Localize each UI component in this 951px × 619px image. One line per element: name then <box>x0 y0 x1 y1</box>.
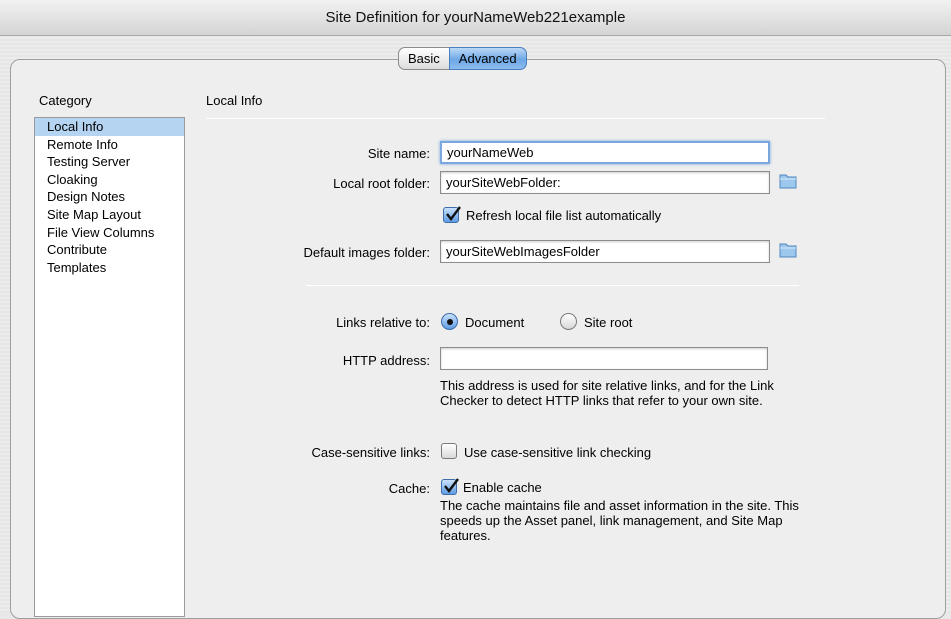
images-folder-input[interactable] <box>440 240 770 263</box>
document-radio[interactable] <box>441 313 458 330</box>
refresh-checkbox[interactable] <box>443 206 461 223</box>
tab-basic[interactable]: Basic <box>398 47 449 70</box>
category-heading: Category <box>39 93 92 108</box>
cache-label: Cache: <box>388 481 430 496</box>
category-item-remote-info[interactable]: Remote Info <box>35 136 184 154</box>
local-root-folder-input[interactable] <box>440 171 770 194</box>
category-item-site-map-layout[interactable]: Site Map Layout <box>35 206 184 224</box>
folder-icon[interactable] <box>778 172 798 190</box>
images-folder-label: Default images folder: <box>303 245 430 260</box>
fields-divider <box>306 285 799 286</box>
refresh-label: Refresh local file list automatically <box>466 208 662 223</box>
cache-help: The cache maintains file and asset infor… <box>440 498 799 543</box>
checkmark-icon <box>444 478 459 493</box>
window-title: Site Definition for yourNameWeb221exampl… <box>0 0 951 36</box>
site-name-input[interactable] <box>440 141 770 164</box>
links-relative-label: Links relative to: <box>336 315 430 330</box>
local-root-folder-label: Local root folder: <box>333 176 430 191</box>
http-address-label: HTTP address: <box>342 353 430 368</box>
section-divider <box>206 118 825 119</box>
cache-checkbox[interactable] <box>441 478 459 495</box>
category-item-file-view-columns[interactable]: File View Columns <box>35 224 184 242</box>
tab-bar: Basic Advanced <box>398 47 527 71</box>
category-item-cloaking[interactable]: Cloaking <box>35 171 184 189</box>
site-root-radio[interactable] <box>560 313 577 330</box>
category-list: Local Info Remote Info Testing Server Cl… <box>34 117 185 617</box>
folder-icon[interactable] <box>778 241 798 259</box>
site-name-label: Site name: <box>367 146 430 161</box>
category-item-testing-server[interactable]: Testing Server <box>35 153 184 171</box>
http-address-help: This address is used for site relative l… <box>440 378 774 408</box>
cache-option: Enable cache <box>463 480 542 495</box>
category-item-design-notes[interactable]: Design Notes <box>35 188 184 206</box>
case-sensitive-checkbox[interactable] <box>441 443 457 459</box>
document-radio-label: Document <box>465 315 525 330</box>
http-address-input[interactable] <box>440 347 768 370</box>
section-title: Local Info <box>206 93 263 108</box>
category-item-contribute[interactable]: Contribute <box>35 241 184 259</box>
checkmark-icon <box>446 206 461 221</box>
case-sensitive-option: Use case-sensitive link checking <box>464 445 652 460</box>
site-root-radio-label: Site root <box>584 315 633 330</box>
case-sensitive-label: Case-sensitive links: <box>311 445 431 460</box>
category-item-templates[interactable]: Templates <box>35 259 184 277</box>
category-item-local-info[interactable]: Local Info <box>35 118 184 136</box>
tab-advanced[interactable]: Advanced <box>448 47 527 70</box>
